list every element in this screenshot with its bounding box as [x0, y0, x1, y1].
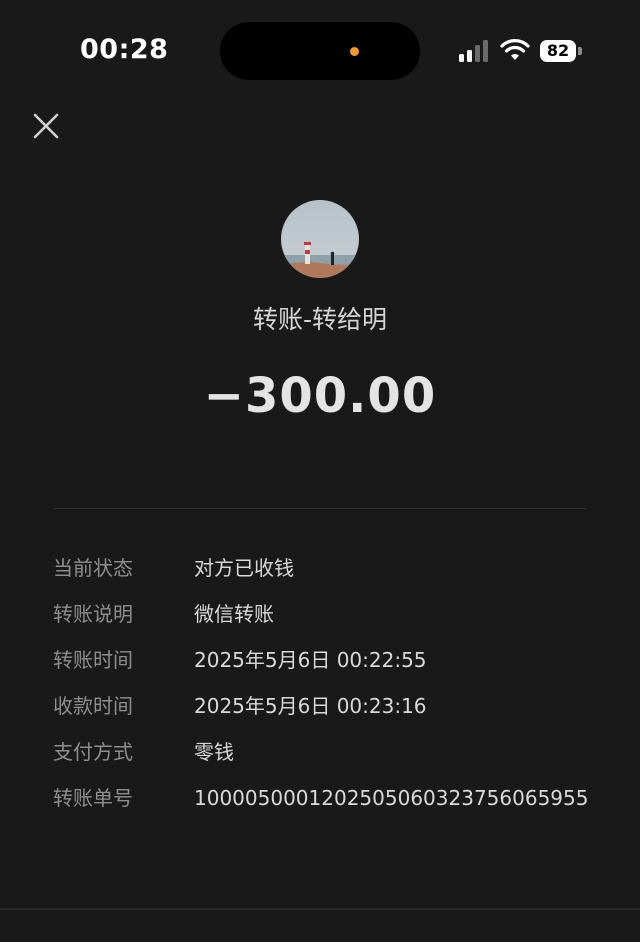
wifi-icon: [500, 39, 530, 60]
transfer-title: 转账-转给明: [252, 305, 388, 334]
transfer-details: 当前状态 对方已收钱 转账说明 微信转账 转账时间 2025年5月6日 00:2…: [53, 553, 593, 813]
detail-value: 微信转账: [194, 602, 274, 626]
detail-label: 当前状态: [53, 556, 133, 580]
detail-row-description: 转账说明 微信转账: [53, 599, 593, 645]
transfer-amount: −300.00: [203, 368, 437, 424]
detail-row-transaction-id: 转账单号 100005000120250506032375606595​5: [53, 783, 593, 813]
divider: [53, 508, 587, 509]
battery-cap: [578, 47, 582, 55]
status-time: 00:28: [80, 34, 169, 65]
detail-label: 转账说明: [53, 602, 133, 626]
detail-label: 支付方式: [53, 740, 133, 764]
detail-row-transfer-time: 转账时间 2025年5月6日 00:22:55: [53, 645, 593, 691]
detail-row-receive-time: 收款时间 2025年5月6日 00:23:16: [53, 691, 593, 737]
close-icon[interactable]: [28, 108, 64, 144]
detail-label: 转账时间: [53, 648, 133, 672]
signal-icon: [459, 40, 488, 62]
detail-value: 2025年5月6日 00:23:16: [194, 694, 427, 718]
detail-label: 转账单号: [53, 786, 133, 810]
dynamic-island: [220, 22, 420, 80]
detail-value: 零钱: [194, 740, 234, 764]
status-bar: 00:28 82: [0, 0, 640, 100]
bottom-separator: [0, 908, 640, 910]
detail-value: 2025年5月6日 00:22:55: [194, 648, 427, 672]
detail-row-status: 当前状态 对方已收钱: [53, 553, 593, 599]
detail-value: 对方已收钱: [194, 556, 294, 580]
transaction-id-value[interactable]: 100005000120250506032375606595​5: [194, 783, 593, 813]
privacy-indicator-dot: [350, 47, 359, 56]
battery-icon: 82: [540, 40, 576, 62]
avatar[interactable]: [281, 200, 359, 278]
detail-row-payment-method: 支付方式 零钱: [53, 737, 593, 783]
detail-label: 收款时间: [53, 694, 133, 718]
